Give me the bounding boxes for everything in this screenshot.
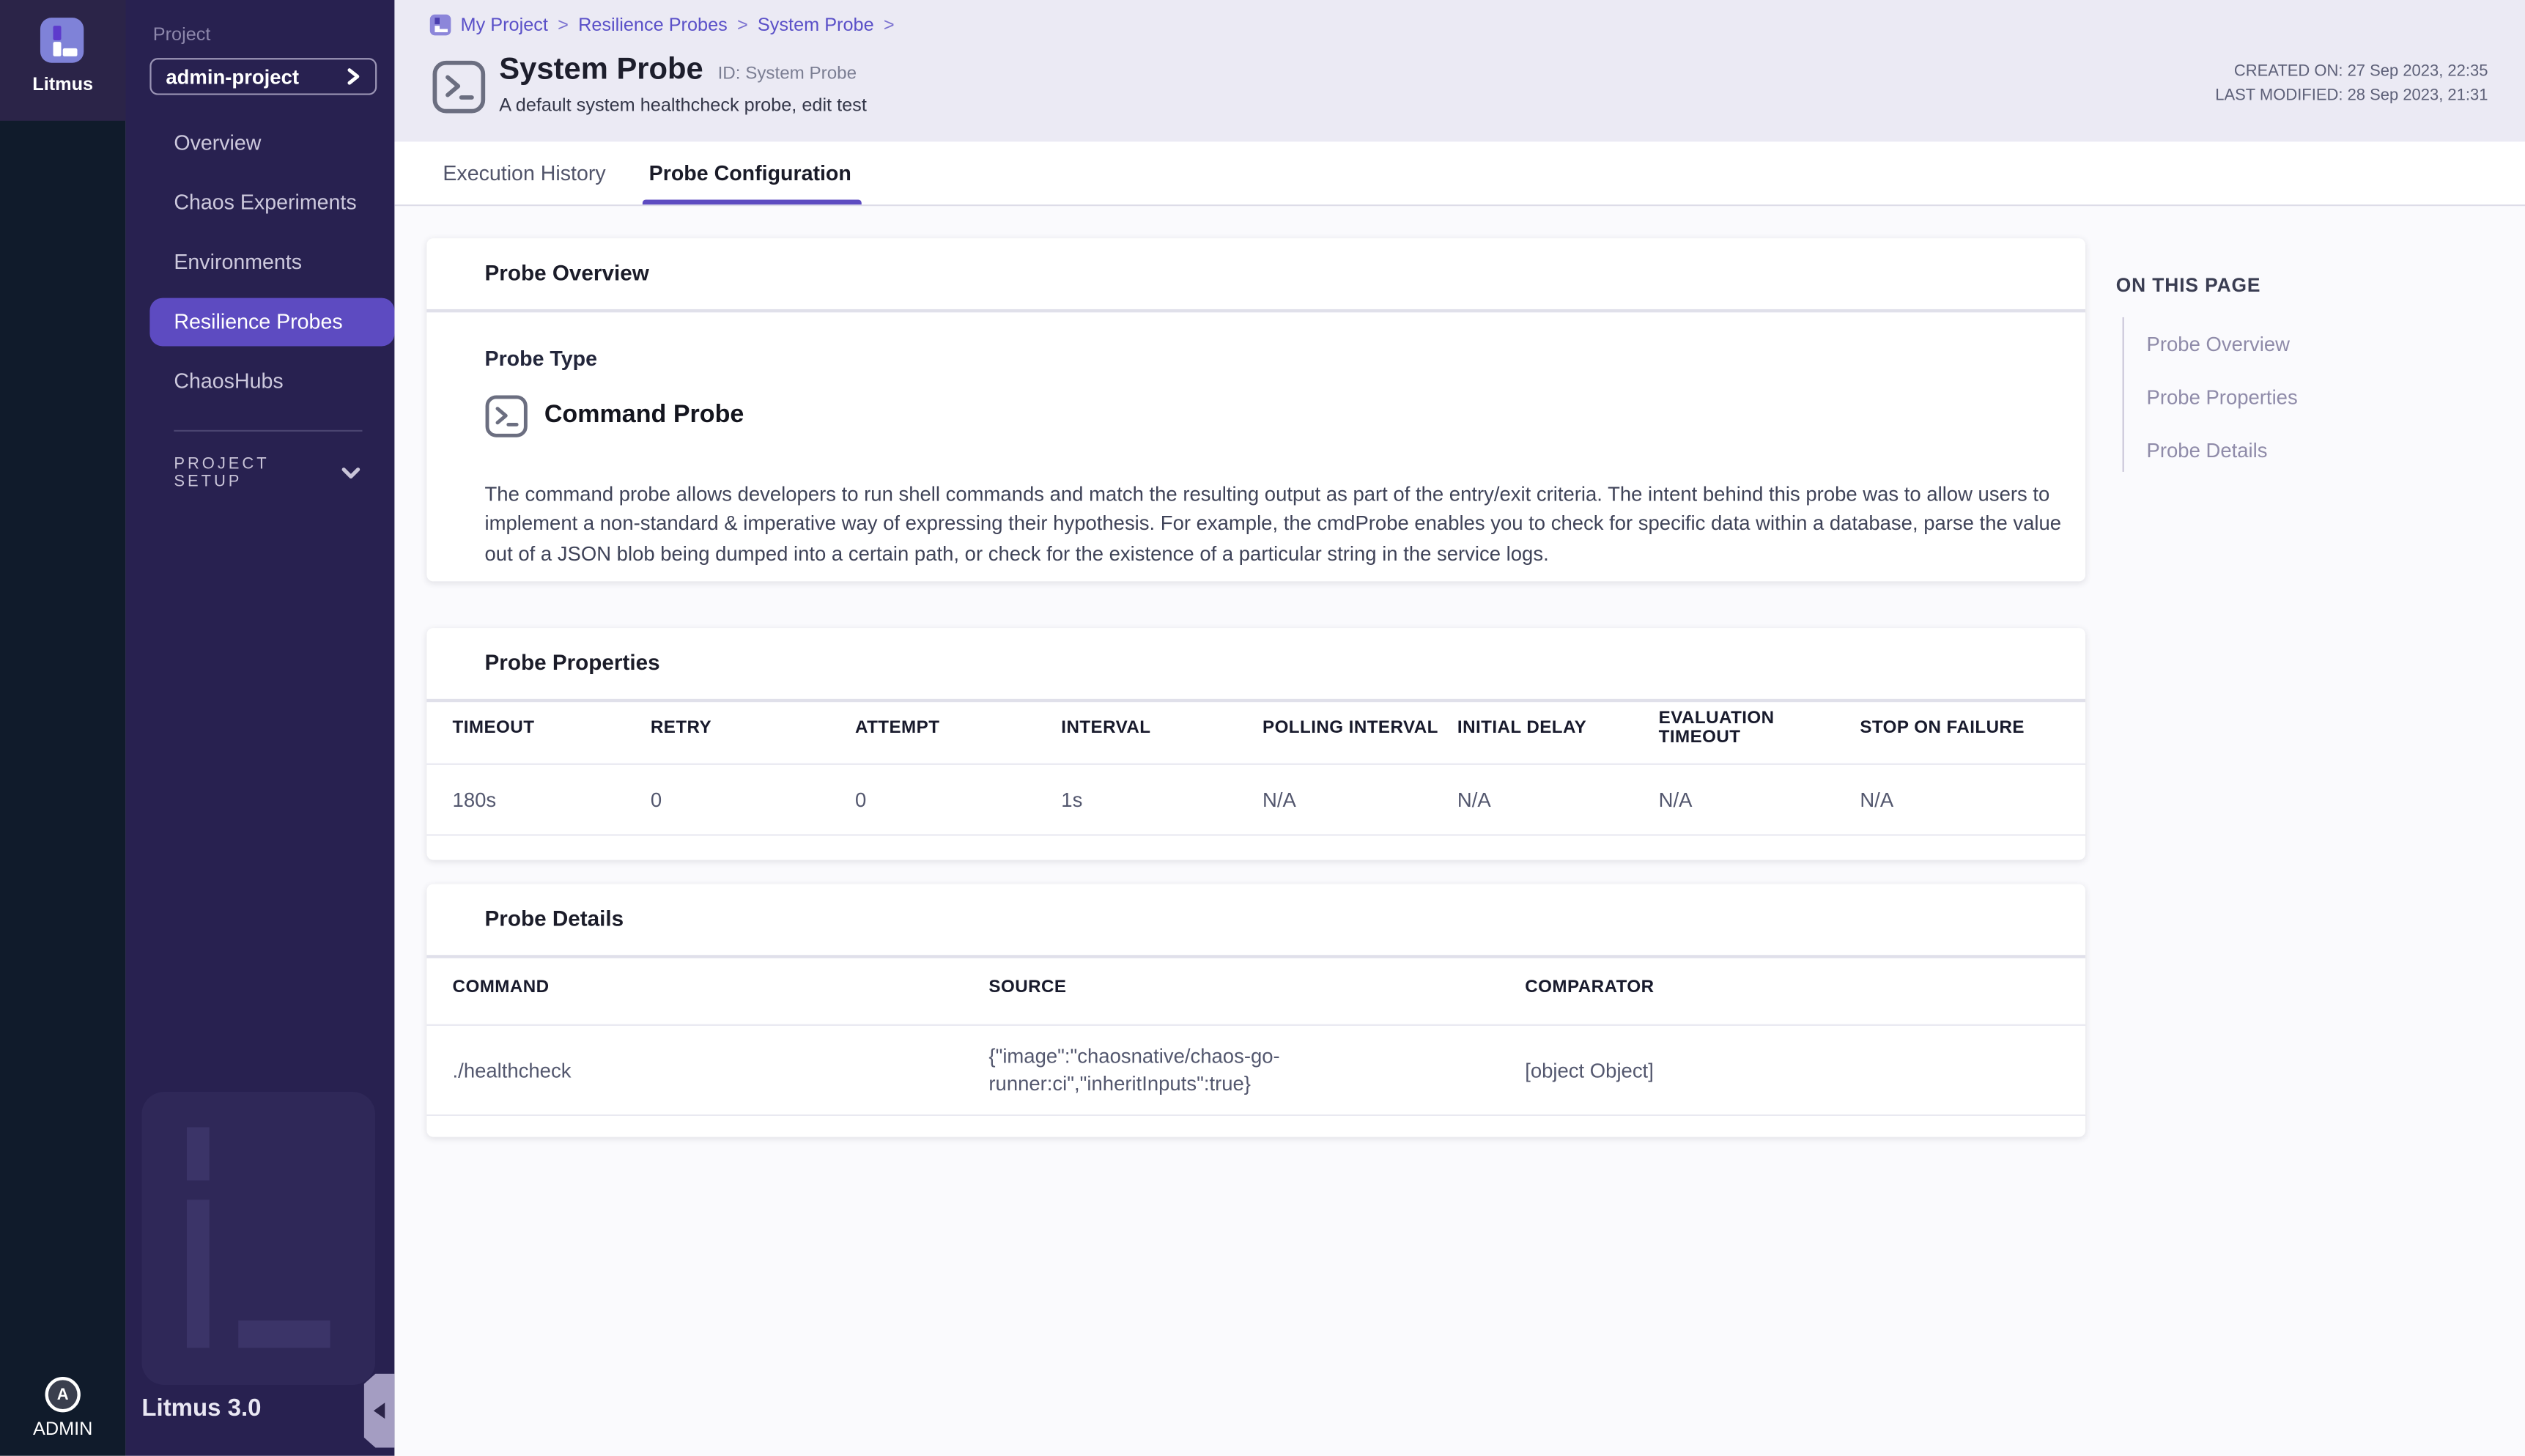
details-table-row: ./healthcheck {"image":"chaosnative/chao… <box>426 1026 2085 1116</box>
chevron-right-icon <box>347 67 361 85</box>
breadcrumb-separator: > <box>884 15 895 34</box>
sidebar-item-label: Environments <box>174 250 302 274</box>
project-selector[interactable]: admin-project <box>149 58 377 95</box>
sidebar-item-label: Resilience Probes <box>174 309 342 333</box>
value-attempt: 0 <box>855 788 1061 811</box>
user-name-label: ADMIN <box>0 1420 125 1439</box>
value-command: ./healthcheck <box>453 1059 989 1082</box>
probe-type-label: Probe Type <box>485 347 597 371</box>
breadcrumb-my-project[interactable]: My Project <box>461 15 548 34</box>
page-title: System Probe <box>499 53 703 89</box>
value-evaluation-timeout: N/A <box>1659 788 1860 811</box>
chevron-down-icon <box>341 467 361 480</box>
created-on: CREATED ON: 27 Sep 2023, 22:35 <box>2215 59 2488 84</box>
tab-probe-configuration[interactable]: Probe Configuration <box>649 141 851 206</box>
probe-id-label: ID: System Probe <box>718 64 857 84</box>
left-rail: Litmus A ADMIN <box>0 0 125 1456</box>
project-setup-toggle[interactable]: PROJECT SETUP <box>174 456 361 491</box>
sidebar-item-chaos-experiments[interactable]: Chaos Experiments <box>149 179 394 227</box>
sidebar-divider <box>174 430 362 432</box>
tab-bar: Execution History Probe Configuration <box>394 141 2525 206</box>
col-polling-interval: POLLING INTERVAL <box>1262 718 1457 737</box>
collapse-left-icon <box>374 1403 385 1419</box>
breadcrumb-separator: > <box>737 15 748 34</box>
avatar-initial: A <box>57 1386 69 1403</box>
probe-type-value: Command Probe <box>544 401 744 430</box>
timestamps: CREATED ON: 27 Sep 2023, 22:35 LAST MODI… <box>2215 59 2488 108</box>
probe-subtitle: A default system healthcheck probe, edit… <box>499 97 867 116</box>
details-table-header: COMMAND SOURCE COMPARATOR <box>426 948 2085 1025</box>
on-this-page-nav: Probe Overview Probe Properties Probe De… <box>2123 317 2298 472</box>
card-title-probe-overview: Probe Overview <box>485 261 649 285</box>
col-stop-on-failure: STOP ON FAILURE <box>1860 718 2085 737</box>
col-interval: INTERVAL <box>1061 718 1262 737</box>
value-initial-delay: N/A <box>1457 788 1659 811</box>
project-label: Project <box>153 26 211 45</box>
col-timeout: TIMEOUT <box>453 718 651 737</box>
sidebar-collapse-button[interactable] <box>364 1374 395 1448</box>
onpage-link-probe-details[interactable]: Probe Details <box>2147 435 2298 467</box>
probe-details-card: Probe Details COMMAND SOURCE COMPARATOR … <box>426 884 2085 1137</box>
col-attempt: ATTEMPT <box>855 718 1061 737</box>
col-comparator: COMPARATOR <box>1525 977 2085 996</box>
project-setup-label: PROJECT SETUP <box>174 456 341 491</box>
terminal-probe-icon <box>432 59 487 114</box>
breadcrumb: My Project > Resilience Probes > System … <box>430 15 895 36</box>
on-this-page-title: ON THIS PAGE <box>2116 274 2261 297</box>
app-version: Litmus 3.0 <box>141 1394 261 1422</box>
brand-name: Litmus <box>0 75 125 95</box>
value-timeout: 180s <box>453 788 651 811</box>
active-tab-indicator <box>643 200 862 205</box>
page-header: My Project > Resilience Probes > System … <box>394 0 2525 141</box>
breadcrumb-system-probe[interactable]: System Probe <box>758 15 874 34</box>
properties-table-row: 180s 0 0 1s N/A N/A N/A N/A <box>426 765 2085 836</box>
card-title-probe-details: Probe Details <box>485 906 624 931</box>
sidebar-item-overview[interactable]: Overview <box>149 119 394 168</box>
sidebar-item-chaoshubs[interactable]: ChaosHubs <box>149 358 394 406</box>
probe-properties-card: Probe Properties TIMEOUT RETRY ATTEMPT I… <box>426 628 2085 860</box>
sidebar-item-environments[interactable]: Environments <box>149 238 394 287</box>
litmus-watermark-logo <box>141 1092 375 1385</box>
col-command: COMMAND <box>453 977 989 996</box>
user-avatar[interactable]: A <box>45 1377 81 1412</box>
properties-table-header: TIMEOUT RETRY ATTEMPT INTERVAL POLLING I… <box>426 692 2085 765</box>
sidebar-item-resilience-probes[interactable]: Resilience Probes <box>149 298 394 347</box>
breadcrumb-logo-icon <box>430 15 451 36</box>
breadcrumb-separator: > <box>558 15 569 34</box>
card-divider <box>426 309 2085 312</box>
sidebar-item-label: Chaos Experiments <box>174 190 356 214</box>
probe-type-description: The command probe allows developers to r… <box>485 479 2084 569</box>
value-stop-on-failure: N/A <box>1860 788 2085 811</box>
value-interval: 1s <box>1061 788 1262 811</box>
brand-block[interactable]: Litmus <box>0 0 125 121</box>
sidebar-item-label: ChaosHubs <box>174 369 283 393</box>
sidebar-item-label: Overview <box>174 130 261 155</box>
card-title-probe-properties: Probe Properties <box>485 651 660 675</box>
value-polling-interval: N/A <box>1262 788 1457 811</box>
onpage-link-probe-properties[interactable]: Probe Properties <box>2147 382 2298 414</box>
col-evaluation-timeout: EVALUATION TIMEOUT <box>1659 709 1860 747</box>
value-retry: 0 <box>651 788 855 811</box>
value-comparator: [object Object] <box>1525 1059 2085 1082</box>
breadcrumb-resilience-probes[interactable]: Resilience Probes <box>578 15 728 34</box>
col-retry: RETRY <box>651 718 855 737</box>
onpage-link-probe-overview[interactable]: Probe Overview <box>2147 328 2298 361</box>
value-source: {"image":"chaosnative/chaos-go-runner:ci… <box>988 1043 1335 1097</box>
last-modified: LAST MODIFIED: 28 Sep 2023, 21:31 <box>2215 84 2488 108</box>
probe-overview-card: Probe Overview Probe Type Command Probe … <box>426 238 2085 581</box>
litmus-logo-icon <box>40 18 84 63</box>
litmus-app: Litmus A ADMIN Project admin-project Ove… <box>0 0 2525 1456</box>
tab-execution-history[interactable]: Execution History <box>443 141 605 206</box>
command-probe-terminal-icon <box>485 394 528 437</box>
project-selector-value: admin-project <box>166 65 299 88</box>
col-source: SOURCE <box>988 977 1525 996</box>
project-sidebar: Project admin-project Overview Chaos Exp… <box>125 0 394 1456</box>
col-initial-delay: INITIAL DELAY <box>1457 718 1659 737</box>
